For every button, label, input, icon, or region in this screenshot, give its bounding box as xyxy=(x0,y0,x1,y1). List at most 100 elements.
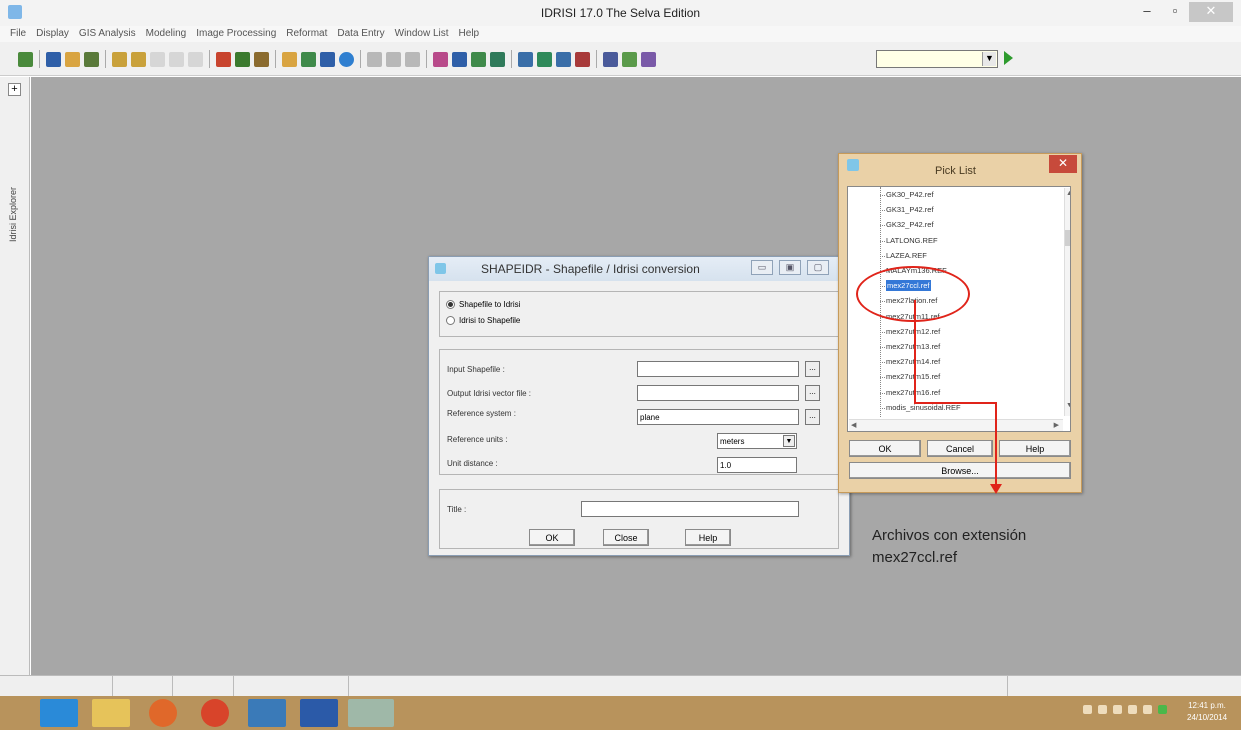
flag-icon[interactable] xyxy=(1098,705,1107,714)
signal-icon[interactable] xyxy=(1128,705,1137,714)
menu-modeling[interactable]: Modeling xyxy=(146,26,187,42)
help-button[interactable]: Help xyxy=(685,529,731,546)
input-browse-button[interactable]: ... xyxy=(805,361,820,377)
pick-list-item[interactable]: GK30_P42.ref xyxy=(886,189,934,200)
reclass-icon[interactable] xyxy=(320,51,335,67)
resample-icon[interactable] xyxy=(405,51,420,67)
window-zoom-icon[interactable] xyxy=(150,51,165,67)
refsys-browse-button[interactable]: ... xyxy=(805,409,820,425)
scroll-thumb[interactable] xyxy=(1065,230,1070,246)
firefox-icon[interactable] xyxy=(149,699,177,727)
status-cell xyxy=(1008,676,1241,696)
radio-indicator[interactable] xyxy=(446,300,455,309)
word-icon[interactable] xyxy=(300,699,338,727)
scroll-up-icon[interactable]: ▲ xyxy=(1066,190,1070,197)
title-field[interactable] xyxy=(581,501,799,517)
close-dialog-button[interactable]: Close xyxy=(603,529,649,546)
scroll-right-icon[interactable]: ▶ xyxy=(1054,421,1059,429)
menu-help[interactable]: Help xyxy=(459,26,480,42)
minimize-button[interactable]: ‒ xyxy=(1133,2,1161,22)
menu-data-entry[interactable]: Data Entry xyxy=(337,26,384,42)
database-icon[interactable] xyxy=(518,51,533,67)
volume-icon[interactable] xyxy=(1143,705,1152,714)
pick-list-close-button[interactable]: ✕ xyxy=(1049,155,1077,173)
table-icon[interactable] xyxy=(490,51,505,67)
histogram-icon[interactable] xyxy=(452,51,467,67)
measure-icon[interactable] xyxy=(282,51,297,67)
modeler-icon[interactable] xyxy=(641,51,656,67)
feature-icon[interactable] xyxy=(235,51,250,67)
unit-distance-label: Unit distance : xyxy=(447,459,498,468)
scroll-left-icon[interactable]: ◀ xyxy=(851,421,856,429)
idrisi-globe-icon[interactable] xyxy=(248,699,286,727)
georef-icon[interactable] xyxy=(367,51,382,67)
scroll-down-icon[interactable]: ▼ xyxy=(1066,402,1070,409)
pan-icon[interactable] xyxy=(169,51,184,67)
menu-file[interactable]: File xyxy=(10,26,26,42)
radio-idrisi-to-shape[interactable]: Idrisi to Shapefile xyxy=(446,316,520,325)
menu-image-processing[interactable]: Image Processing xyxy=(196,26,276,42)
classification-icon[interactable] xyxy=(433,51,448,67)
pick-list-item[interactable]: GK31_P42.ref xyxy=(886,204,934,215)
project-icon[interactable] xyxy=(386,51,401,67)
pick-list-item[interactable]: LAZEA.REF xyxy=(886,250,927,261)
reference-units-select[interactable]: meters ▼ xyxy=(717,433,797,449)
explorer-label[interactable]: Idrisi Explorer xyxy=(8,187,22,242)
distance-icon[interactable] xyxy=(339,51,354,67)
chevron-down-icon[interactable]: ▼ xyxy=(783,435,795,447)
unit-distance-field[interactable]: 1.0 xyxy=(717,457,797,473)
menu-display[interactable]: Display xyxy=(36,26,69,42)
idrisi-task-icon[interactable] xyxy=(348,699,394,727)
save-digitized-icon[interactable] xyxy=(254,51,269,67)
zoom-in-icon[interactable] xyxy=(112,51,127,67)
horizontal-scrollbar[interactable]: ◀ ▶ xyxy=(849,419,1063,431)
open-display-icon[interactable] xyxy=(18,51,33,67)
landchange-icon[interactable] xyxy=(603,51,618,67)
input-shapefile-field[interactable] xyxy=(637,361,799,377)
network-icon[interactable] xyxy=(1113,705,1122,714)
close-button[interactable]: ✕ xyxy=(1189,2,1233,22)
menu-gis-analysis[interactable]: GIS Analysis xyxy=(79,26,136,42)
output-vector-field[interactable] xyxy=(637,385,799,401)
pick-ok-button[interactable]: OK xyxy=(849,440,921,457)
internet-explorer-icon[interactable] xyxy=(40,699,78,727)
file-explorer-icon[interactable] xyxy=(92,699,130,727)
earth-trends-icon[interactable] xyxy=(622,51,637,67)
chevron-down-icon[interactable]: ▼ xyxy=(982,52,996,66)
pick-browse-button[interactable]: Browse... xyxy=(849,462,1071,479)
dialog-minimize-button[interactable]: ▭ xyxy=(751,260,773,275)
vertical-scrollbar[interactable]: ▲ ▼ xyxy=(1064,188,1070,416)
pick-list-item[interactable]: GK32_P42.ref xyxy=(886,219,934,230)
clock[interactable]: 12:41 p.m. 24/10/2014 xyxy=(1187,700,1227,724)
symbol-icon[interactable] xyxy=(84,51,99,67)
menu-reformat[interactable]: Reformat xyxy=(286,26,327,42)
output-browse-button[interactable]: ... xyxy=(805,385,820,401)
macro-select[interactable]: ▼ xyxy=(876,50,998,68)
radio-indicator[interactable] xyxy=(446,316,455,325)
menu-window-list[interactable]: Window List xyxy=(395,26,449,42)
radio-shape-to-idrisi[interactable]: Shapefile to Idrisi xyxy=(446,300,520,309)
macro-icon[interactable] xyxy=(575,51,590,67)
ok-button[interactable]: OK xyxy=(529,529,575,546)
chrome-icon[interactable] xyxy=(201,699,229,727)
tray-arrow-icon[interactable] xyxy=(1083,705,1092,714)
grid-icon[interactable] xyxy=(537,51,552,67)
composer-icon[interactable] xyxy=(46,51,61,67)
layer-icon[interactable] xyxy=(65,51,80,67)
zoom-out-icon[interactable] xyxy=(131,51,146,67)
restore-icon[interactable] xyxy=(188,51,203,67)
query-icon[interactable] xyxy=(556,51,571,67)
maximize-button[interactable]: ▫ xyxy=(1161,2,1189,22)
expand-explorer-button[interactable]: + xyxy=(8,83,21,96)
pick-help-button[interactable]: Help xyxy=(999,440,1071,457)
pick-list-item[interactable]: LATLONG.REF xyxy=(886,235,938,246)
security-icon[interactable] xyxy=(1158,705,1167,714)
dialog-maximize-button[interactable]: ▣ xyxy=(779,260,801,275)
dialog-close-button[interactable]: ▢ xyxy=(807,260,829,275)
overlay-icon[interactable] xyxy=(301,51,316,67)
digitize-icon[interactable] xyxy=(216,51,231,67)
regression-icon[interactable] xyxy=(471,51,486,67)
pick-cancel-button[interactable]: Cancel xyxy=(927,440,993,457)
reference-system-field[interactable]: plane xyxy=(637,409,799,425)
run-icon[interactable] xyxy=(1004,51,1013,65)
